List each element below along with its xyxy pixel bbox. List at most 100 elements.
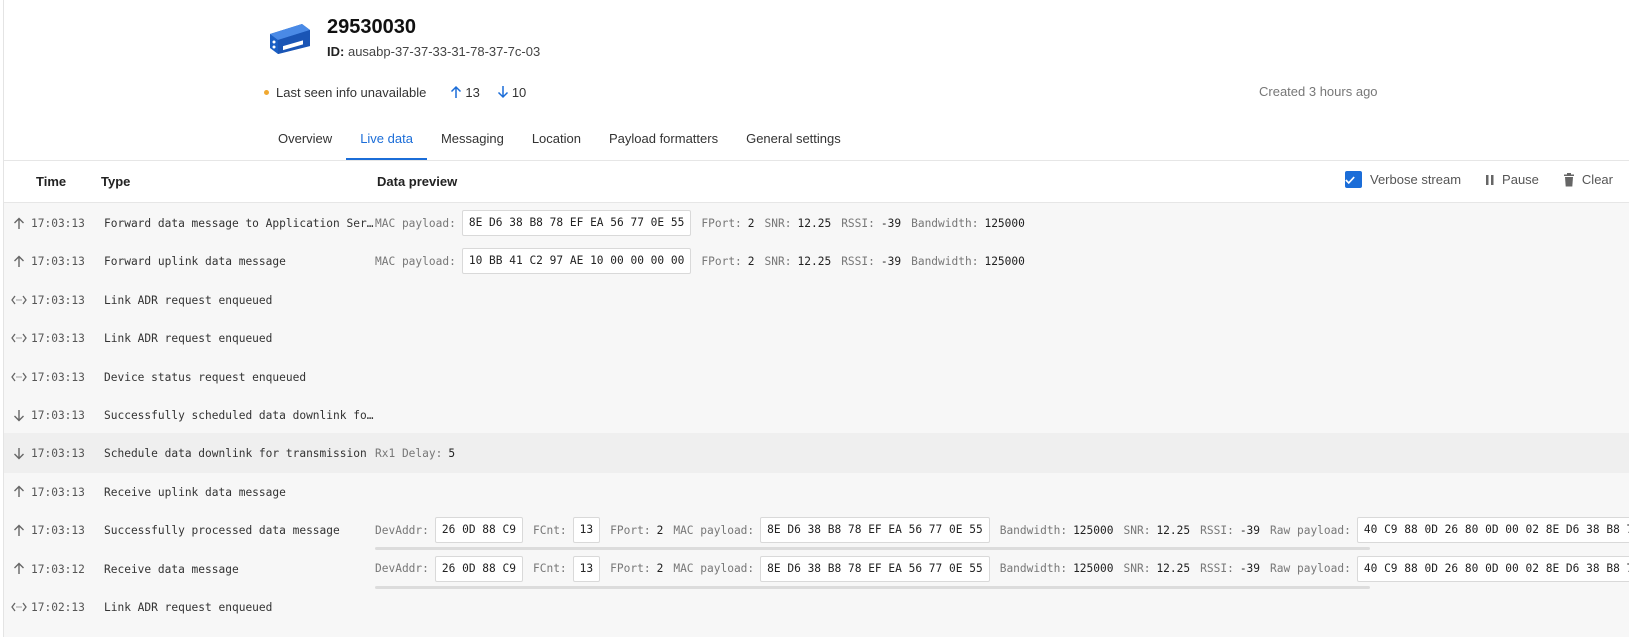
verbose-stream-toggle[interactable]: Verbose stream xyxy=(1345,171,1461,188)
event-row[interactable]: 17:03:13 Successfully processed data mess… xyxy=(4,510,1629,551)
preview-field-label: MAC payload: xyxy=(375,216,456,230)
tab-live-data[interactable]: Live data xyxy=(346,128,427,161)
preview-field-value-box[interactable]: 8E D6 38 B8 78 EF EA 56 77 0E 55 xyxy=(760,555,990,582)
preview-field-value: 125000 xyxy=(984,254,1025,268)
event-type: Link ADR request enqueued xyxy=(104,332,273,346)
preview-field-value-box[interactable]: 26 0D 88 C9 xyxy=(434,517,523,544)
uplink-counter: 13 xyxy=(450,84,480,100)
column-header-type: Type xyxy=(101,174,131,189)
tab-location[interactable]: Location xyxy=(518,128,595,161)
event-type: Forward data message to Application Serv… xyxy=(104,217,374,230)
preview-field-label: SNR: xyxy=(764,254,792,268)
preview-field-label: Bandwidth: xyxy=(911,216,979,230)
event-time: 17:03:13 xyxy=(31,447,85,461)
exchange-icon xyxy=(11,292,27,308)
event-time: 17:03:13 xyxy=(31,370,85,384)
preview-field-value-box[interactable]: 8E D6 38 B8 78 EF EA 56 77 0E 55 xyxy=(461,210,692,236)
uplink-count: 13 xyxy=(465,84,480,100)
up-arrow-icon xyxy=(11,253,27,269)
preview-field-label: FPort: xyxy=(610,562,651,576)
preview-field-label: MAC payload: xyxy=(673,523,755,537)
preview-field-label: DevAddr: xyxy=(375,562,429,576)
downlink-counter: 10 xyxy=(497,85,526,100)
column-header-data-preview: Data preview xyxy=(377,174,458,189)
tab-messaging[interactable]: Messaging xyxy=(427,128,518,161)
preview-field-value: 12.25 xyxy=(1156,562,1191,576)
event-type: Device status request enqueued xyxy=(104,370,307,384)
preview-field-value: 12.25 xyxy=(797,216,832,230)
preview-field-value: -39 xyxy=(1239,562,1261,576)
event-time: 17:03:13 xyxy=(31,293,85,307)
event-row[interactable]: 17:03:13 Link ADR request enqueued xyxy=(4,318,1629,358)
status-dot-icon xyxy=(264,89,269,95)
checkbox-checked-icon[interactable] xyxy=(1345,171,1362,188)
preview-field-label: RSSI: xyxy=(841,254,875,268)
event-row[interactable]: 17:03:13 Link ADR request enqueued xyxy=(4,280,1629,320)
preview-field-label: Bandwidth: xyxy=(911,254,979,268)
up-arrow-icon xyxy=(11,215,27,231)
event-row[interactable]: 17:02:13 Link ADR request enqueued xyxy=(4,587,1629,627)
event-type: Successfully scheduled data downlink for… xyxy=(104,409,374,422)
clear-button[interactable]: Clear xyxy=(1563,172,1613,187)
event-time: 17:03:13 xyxy=(31,332,85,346)
tab-general-settings[interactable]: General settings xyxy=(732,128,855,161)
downlink-arrow-icon xyxy=(497,86,508,99)
clear-label: Clear xyxy=(1581,172,1613,187)
device-id-value: ausabp-37-37-33-31-78-37-7c-03 xyxy=(347,44,541,59)
preview-field-value: 125000 xyxy=(984,216,1025,230)
preview-field-label: FPort: xyxy=(610,523,651,537)
preview-field-label: Rx1 Delay: xyxy=(375,446,443,460)
preview-field-value: 5 xyxy=(448,446,456,460)
preview-field-label: MAC payload: xyxy=(375,254,456,268)
preview-field-value-box[interactable]: 26 0D 88 C9 xyxy=(434,555,523,582)
event-type: Receive data message xyxy=(104,562,239,576)
preview-field-label: SNR: xyxy=(1123,562,1151,576)
event-type: Schedule data downlink for transmission xyxy=(104,447,367,461)
event-time: 17:03:13 xyxy=(31,217,85,230)
up-arrow-icon xyxy=(11,522,27,538)
event-time: 17:03:13 xyxy=(31,409,85,422)
preview-field-value: 2 xyxy=(656,562,664,576)
preview-field-value-box[interactable]: 10 BB 41 C2 97 AE 10 00 00 00 00 xyxy=(461,248,692,275)
tab-payload-formatters[interactable]: Payload formatters xyxy=(595,128,732,161)
event-data-preview: DevAddr: 26 0D 88 C9 FCnt: 13 FPort: 2 MAC pay… xyxy=(375,517,1629,544)
preview-field-label: Raw payload: xyxy=(1270,523,1351,537)
event-type: Successfully processed data message xyxy=(104,524,340,538)
event-row[interactable]: 17:03:12 Receive data message DevAddr: 26 0… xyxy=(4,549,1629,589)
pause-icon xyxy=(1486,174,1494,185)
preview-field-value-box[interactable]: 40 C9 88 0D 26 80 0D 00 02 8E D6 38 B8 7… xyxy=(1356,517,1629,544)
verbose-stream-label: Verbose stream xyxy=(1370,172,1462,187)
up-arrow-icon xyxy=(11,561,27,577)
preview-field-label: MAC payload: xyxy=(673,562,755,576)
downlink-count: 10 xyxy=(511,84,527,100)
event-row[interactable]: 17:03:13 Device status request enqueued xyxy=(4,357,1629,397)
event-list: 17:03:13 Forward data message to Applicat… xyxy=(4,203,1629,637)
preview-field-label: RSSI: xyxy=(1200,562,1234,576)
tab-overview[interactable]: Overview xyxy=(264,128,346,161)
event-row[interactable]: 17:03:13 Forward data message to Applicat… xyxy=(4,203,1629,243)
down-arrow-icon xyxy=(11,407,27,423)
down-arrow-icon xyxy=(11,445,27,461)
event-time: 17:03:13 xyxy=(31,524,85,538)
preview-field-value: 2 xyxy=(656,523,664,537)
event-row[interactable]: 17:03:13 Schedule data downlink for trans… xyxy=(4,433,1629,474)
event-data-preview: DevAddr: 26 0D 88 C9 FCnt: 13 FPort: 2 MAC pay… xyxy=(375,555,1629,582)
device-icon xyxy=(270,24,310,54)
preview-field-value-box[interactable]: 8E D6 38 B8 78 EF EA 56 77 0E 55 xyxy=(760,517,990,544)
preview-field-label: Raw payload: xyxy=(1270,562,1351,576)
pause-button[interactable]: Pause xyxy=(1485,172,1539,187)
event-type: Link ADR request enqueued xyxy=(104,293,273,307)
event-time: 17:03:12 xyxy=(31,562,85,576)
event-row[interactable]: 17:03:13 Forward uplink data message MAC p… xyxy=(4,241,1629,281)
preview-field-value-box[interactable]: 13 xyxy=(572,517,601,544)
event-row[interactable]: 17:03:13 Receive uplink data message xyxy=(4,472,1629,512)
event-row[interactable]: 17:03:13 Successfully scheduled data down… xyxy=(4,395,1629,435)
preview-field-label: Bandwidth: xyxy=(999,562,1068,576)
preview-field-value-box[interactable]: 13 xyxy=(572,555,601,582)
preview-field-value-box[interactable]: 40 C9 88 0D 26 80 0D 00 02 8E D6 38 B8 7… xyxy=(1356,555,1629,582)
event-data-preview: Rx1 Delay: 5 xyxy=(375,440,465,466)
preview-field-label: RSSI: xyxy=(1200,523,1234,537)
preview-field-value: 2 xyxy=(747,254,755,268)
device-id: ID: ausabp-37-37-33-31-78-37-7c-03 xyxy=(327,44,540,59)
event-type: Link ADR request enqueued xyxy=(104,601,273,614)
